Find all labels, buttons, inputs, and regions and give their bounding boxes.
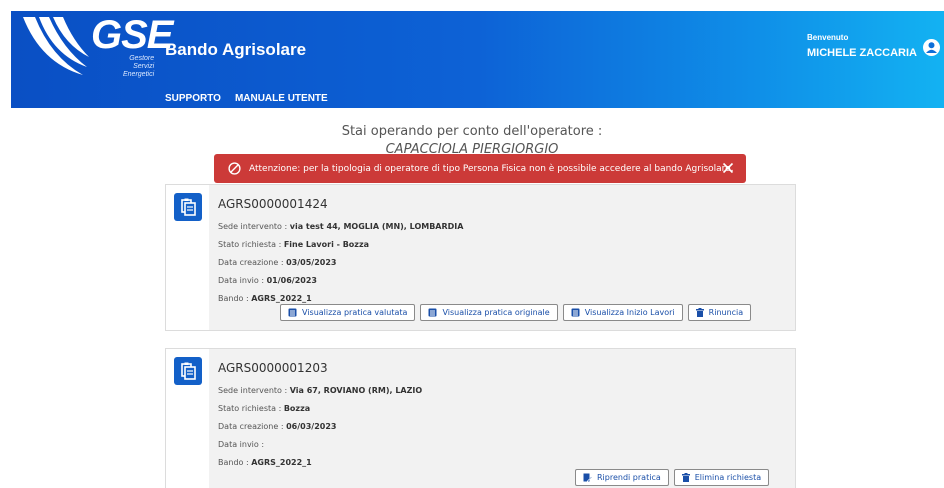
field-data-creazione: Data creazione : 06/03/2023 [218, 422, 336, 431]
field-value: Via 67, ROVIANO (RM), LAZIO [289, 386, 423, 395]
nav-supporto[interactable]: SUPPORTO [165, 93, 221, 104]
field-label: Data creazione : [218, 258, 287, 267]
field-data-creazione: Data creazione : 03/05/2023 [218, 258, 336, 267]
field-value: Fine Lavori - Bozza [283, 240, 370, 249]
main-nav: SUPPORTO MANUALE UTENTE [165, 93, 328, 104]
request-card: AGRS0000001203 Sede intervento : Via 67,… [165, 348, 796, 488]
field-sede-intervento: Sede intervento : via test 44, MOGLIA (M… [218, 222, 463, 231]
field-value: via test 44, MOGLIA (MN), LOMBARDIA [289, 222, 464, 231]
list-icon [428, 308, 437, 317]
logo-sub-line: Energetici [123, 71, 155, 78]
field-label: Sede intervento : [218, 386, 290, 395]
rinuncia-button[interactable]: Rinuncia [687, 304, 752, 321]
field-value: AGRS_2022_1 [251, 458, 312, 467]
app-header: GSE Gestore Servizi Energetici Bando Agr… [11, 11, 944, 108]
field-label: Stato richiesta : [218, 404, 284, 413]
field-value: AGRS_2022_1 [251, 294, 312, 303]
logo-text: GSE [91, 13, 173, 57]
list-icon [571, 308, 580, 317]
field-label: Stato richiesta : [218, 240, 284, 249]
trash-icon [681, 473, 690, 482]
ban-icon [228, 162, 241, 175]
button-label: Riprendi pratica [597, 473, 661, 482]
gse-logo[interactable]: GSE Gestore Servizi Energetici [21, 13, 173, 85]
user-welcome[interactable]: Benvenuto MICHELE ZACCARIA [807, 33, 917, 59]
logo-subtitle: Gestore Servizi Energetici [123, 55, 154, 79]
field-label: Data invio : [218, 440, 265, 449]
field-value: 03/05/2023 [286, 258, 337, 267]
edit-document-icon [583, 473, 592, 482]
field-label: Bando : [218, 294, 252, 303]
field-label: Bando : [218, 458, 252, 467]
list-icon [288, 308, 297, 317]
alert-message: Attenzione: per la tipologia di operator… [249, 163, 734, 174]
field-label: Sede intervento : [218, 222, 290, 231]
clipboard-document-icon [174, 357, 202, 385]
logo-sub-line: Servizi [133, 63, 155, 70]
field-stato-richiesta: Stato richiesta : Bozza [218, 404, 310, 413]
operator-name: CAPACCIOLA PIERGIORGIO [385, 142, 559, 154]
field-data-invio: Data invio : [218, 440, 264, 449]
error-alert: Attenzione: per la tipologia di operator… [214, 154, 746, 183]
field-value: Bozza [283, 404, 311, 413]
request-card: AGRS0000001424 Sede intervento : via tes… [165, 184, 796, 331]
welcome-label: Benvenuto [807, 33, 849, 42]
view-original-button[interactable]: Visualizza pratica originale [420, 304, 558, 321]
card-actions: Visualizza pratica valutata Visualizza p… [280, 304, 752, 321]
field-bando: Bando : AGRS_2022_1 [218, 294, 312, 303]
request-code: AGRS0000001424 [218, 197, 328, 211]
request-code: AGRS0000001203 [218, 361, 328, 375]
user-avatar-icon[interactable] [923, 39, 940, 56]
view-inizio-lavori-button[interactable]: Visualizza Inizio Lavori [562, 304, 683, 321]
field-value: 01/06/2023 [266, 276, 317, 285]
field-bando: Bando : AGRS_2022_1 [218, 458, 312, 467]
field-stato-richiesta: Stato richiesta : Fine Lavori - Bozza [218, 240, 369, 249]
view-evaluated-button[interactable]: Visualizza pratica valutata [280, 304, 416, 321]
close-icon[interactable] [722, 162, 734, 174]
button-label: Elimina richiesta [694, 473, 762, 482]
gse-swoosh-icon [23, 17, 89, 75]
field-value: 06/03/2023 [286, 422, 337, 431]
field-label: Data creazione : [218, 422, 287, 431]
trash-icon [695, 308, 704, 317]
app-title: Bando Agrisolare [165, 40, 307, 59]
clipboard-document-icon [174, 193, 202, 221]
nav-manuale-utente[interactable]: MANUALE UTENTE [235, 93, 328, 104]
button-label: Rinuncia [708, 308, 744, 317]
button-label: Visualizza pratica originale [442, 308, 550, 317]
button-label: Visualizza pratica valutata [302, 308, 408, 317]
card-actions: Riprendi pratica Elimina richiesta [575, 469, 770, 486]
user-name: MICHELE ZACCARIA [807, 47, 917, 59]
logo-sub-line: Gestore [129, 55, 155, 62]
resume-request-button[interactable]: Riprendi pratica [575, 469, 669, 486]
operator-intro: Stai operando per conto dell'operatore : [341, 124, 603, 139]
field-data-invio: Data invio : 01/06/2023 [218, 276, 317, 285]
field-sede-intervento: Sede intervento : Via 67, ROVIANO (RM), … [218, 386, 422, 395]
delete-request-button[interactable]: Elimina richiesta [673, 469, 770, 486]
field-label: Data invio : [218, 276, 267, 285]
button-label: Visualizza Inizio Lavori [584, 308, 675, 317]
